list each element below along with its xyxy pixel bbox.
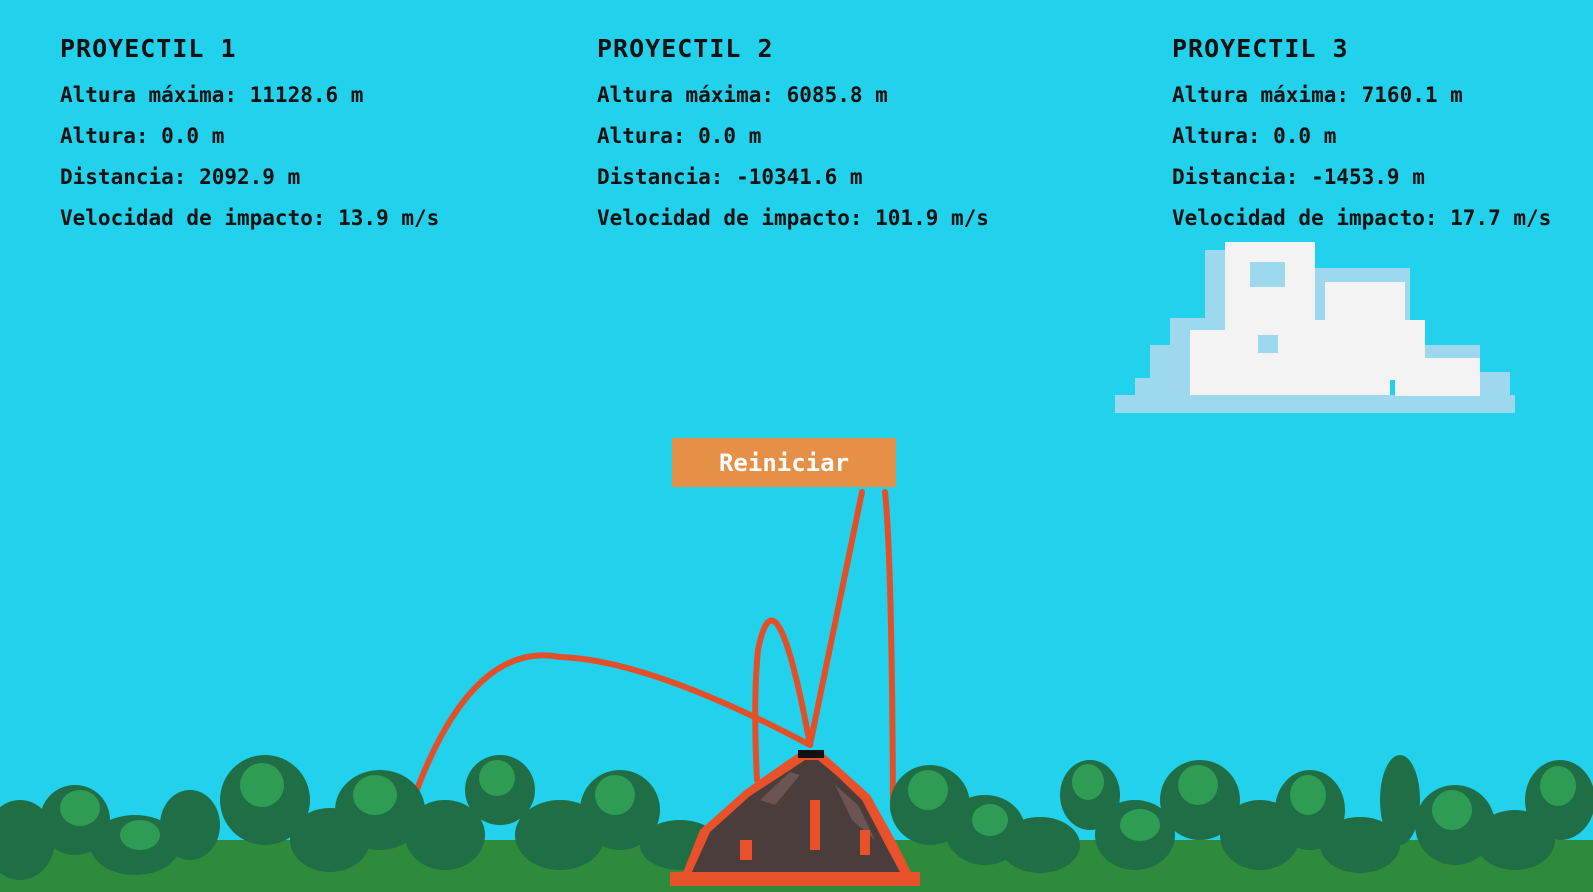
cloud bbox=[1115, 242, 1515, 413]
projectile-1-panel: PROYECTIL 1 Altura máxima: 11128.6 m Alt… bbox=[60, 34, 439, 247]
projectile-3-distance: Distancia: -1453.9 m bbox=[1172, 165, 1425, 189]
volcano bbox=[670, 750, 920, 886]
projectile-1-title: PROYECTIL 1 bbox=[60, 34, 237, 63]
projectile-3-height: Altura: 0.0 m bbox=[1172, 124, 1337, 148]
projectile-1-distance: Distancia: 2092.9 m bbox=[60, 165, 301, 189]
projectile-3-title: PROYECTIL 3 bbox=[1172, 34, 1349, 63]
reset-button[interactable]: Reiniciar bbox=[672, 438, 896, 487]
projectile-2-height: Altura: 0.0 m bbox=[597, 124, 762, 148]
projectile-2-title: PROYECTIL 2 bbox=[597, 34, 774, 63]
projectile-1-impact-speed: Velocidad de impacto: 13.9 m/s bbox=[60, 206, 440, 230]
projectile-2-impact-speed: Velocidad de impacto: 101.9 m/s bbox=[597, 206, 989, 230]
projectile-3-impact-speed: Velocidad de impacto: 17.7 m/s bbox=[1172, 206, 1552, 230]
trajectory-projectile-3a bbox=[807, 489, 865, 748]
projectile-2-distance: Distancia: -10341.6 m bbox=[597, 165, 863, 189]
trajectory-projectile-3b bbox=[882, 489, 896, 813]
projectile-2-max-height: Altura máxima: 6085.8 m bbox=[597, 83, 888, 107]
projectile-2-panel: PROYECTIL 2 Altura máxima: 6085.8 m Altu… bbox=[597, 34, 989, 247]
projectile-1-height: Altura: 0.0 m bbox=[60, 124, 225, 148]
projectile-3-panel: PROYECTIL 3 Altura máxima: 7160.1 m Altu… bbox=[1172, 34, 1551, 247]
projectile-3-max-height: Altura máxima: 7160.1 m bbox=[1172, 83, 1463, 107]
projectile-1-max-height: Altura máxima: 11128.6 m bbox=[60, 83, 364, 107]
